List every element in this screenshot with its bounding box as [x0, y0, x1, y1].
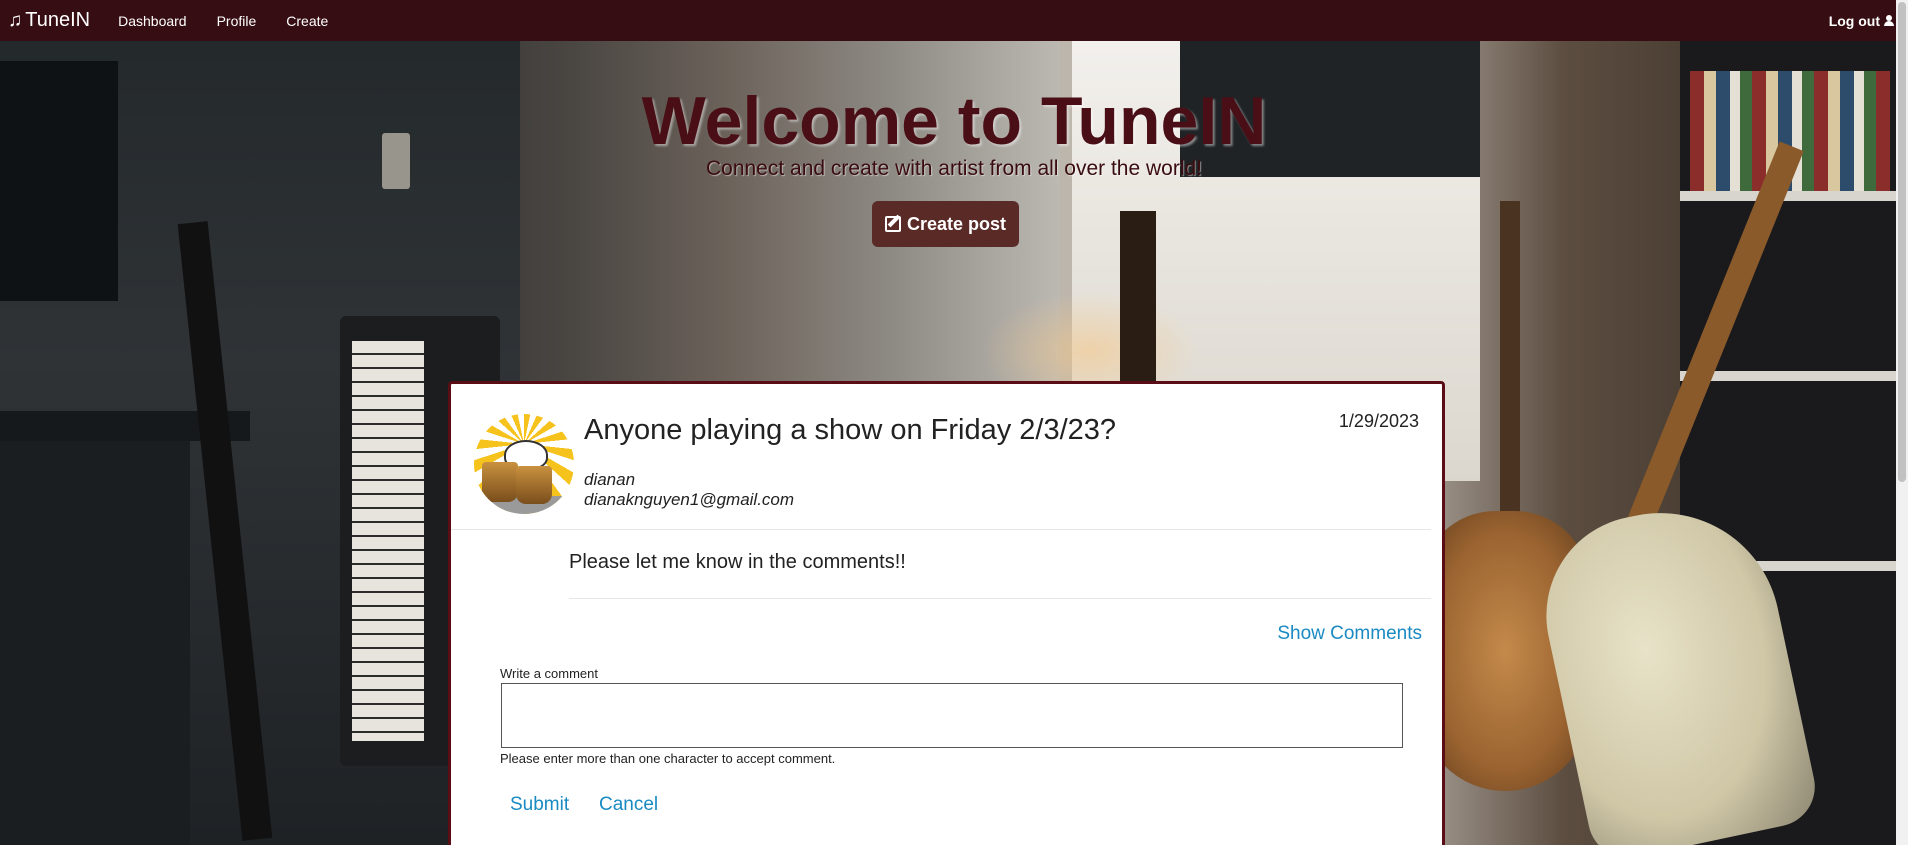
comment-label: Write a comment: [500, 666, 599, 681]
logout-label: Log out: [1828, 12, 1880, 29]
edit-icon: [884, 216, 901, 232]
post-card: Anyone playing a show on Friday 2/3/23? …: [448, 381, 1445, 845]
scroll-thumb[interactable]: [1898, 2, 1906, 482]
cancel-button[interactable]: Cancel: [599, 794, 658, 816]
brand-name: TuneIN: [25, 9, 91, 31]
hero-subtitle: Connect and create with artist from all …: [705, 157, 1203, 180]
comment-input[interactable]: [501, 683, 1403, 748]
create-post-label: Create post: [906, 213, 1007, 234]
post-body: Please let me know in the comments!!: [569, 551, 906, 573]
post-date: 1/29/2023: [1338, 411, 1419, 431]
post-username: dianan: [584, 470, 636, 489]
show-comments-button[interactable]: Show Comments: [1277, 623, 1422, 645]
avatar: [474, 414, 574, 514]
music-note-icon: ♫: [8, 9, 23, 31]
divider: [451, 529, 1431, 530]
hero-title: Welcome to TuneIN: [641, 83, 1267, 159]
logout-button[interactable]: Log out: [1829, 13, 1894, 29]
nav-profile[interactable]: Profile: [217, 13, 257, 29]
nav-dashboard[interactable]: Dashboard: [118, 13, 187, 29]
post-email: dianaknguyen1@gmail.com: [584, 490, 795, 509]
nav-create[interactable]: Create: [286, 13, 328, 29]
divider: [569, 598, 1431, 599]
post-title: Anyone playing a show on Friday 2/3/23?: [584, 414, 1117, 446]
comment-help-text: Please enter more than one character to …: [500, 751, 836, 766]
create-post-button[interactable]: Create post: [872, 201, 1019, 247]
submit-button[interactable]: Submit: [510, 794, 569, 816]
page-scrollbar[interactable]: [1896, 0, 1908, 845]
top-navbar: ♫ TuneIN Dashboard Profile Create Log ou…: [0, 0, 1908, 41]
user-icon: [1884, 15, 1894, 26]
brand-link[interactable]: ♫ TuneIN: [8, 9, 90, 32]
